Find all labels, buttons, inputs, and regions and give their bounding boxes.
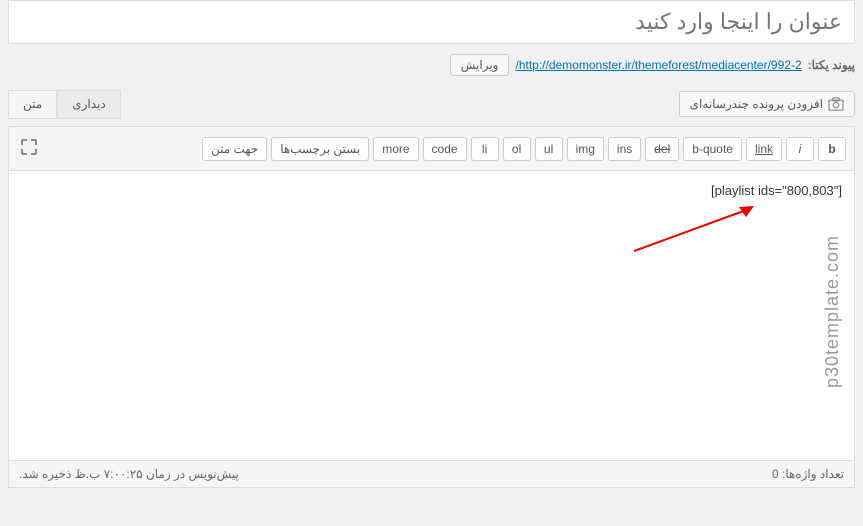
editor-toolbar: جهت متن بستن برچسب‌ها more code li ol ul… <box>8 126 855 171</box>
qt-bold[interactable]: b <box>818 137 846 161</box>
draft-saved: پیش‌نویس در زمان ۷:۰۰:۲۵ ب.ظ ذخیره شد. <box>19 467 239 481</box>
qt-italic[interactable]: i <box>786 137 814 161</box>
edit-permalink-button[interactable]: ویرایش <box>450 54 510 76</box>
title-input[interactable] <box>21 9 842 35</box>
add-media-label: افزودن پرونده چندرسانه‌ای <box>690 97 823 111</box>
qt-bquote[interactable]: b-quote <box>683 137 742 161</box>
qt-text-dir[interactable]: جهت متن <box>202 137 267 161</box>
title-wrapper <box>8 0 855 44</box>
qt-img[interactable]: img <box>567 137 604 161</box>
quicktags-buttons: جهت متن بستن برچسب‌ها more code li ol ul… <box>202 137 846 161</box>
editor-content: [playlist ids="800,803"] <box>21 183 842 198</box>
editor-status-bar: تعداد واژه‌ها: 0 پیش‌نویس در زمان ۷:۰۰:۲… <box>8 461 855 488</box>
add-media-button[interactable]: افزودن پرونده چندرسانه‌ای <box>679 91 855 117</box>
qt-code[interactable]: code <box>423 137 467 161</box>
permalink-row: پیوند یکتا: http://demomonster.ir/themef… <box>8 54 855 76</box>
qt-li[interactable]: li <box>471 137 499 161</box>
qt-close-tags[interactable]: بستن برچسب‌ها <box>271 137 369 161</box>
fullscreen-icon <box>21 139 37 155</box>
qt-more[interactable]: more <box>373 137 418 161</box>
media-tabs-row: افزودن پرونده چندرسانه‌ای دیداری متن <box>8 90 855 118</box>
tab-text[interactable]: متن <box>8 90 57 118</box>
camera-icon <box>828 97 844 111</box>
watermark-text: p30template.com <box>822 235 843 388</box>
qt-link[interactable]: link <box>746 137 782 161</box>
qt-ins[interactable]: ins <box>608 137 641 161</box>
word-count: تعداد واژه‌ها: 0 <box>772 467 844 481</box>
fullscreen-button[interactable] <box>17 135 41 162</box>
permalink-url[interactable]: http://demomonster.ir/themeforest/mediac… <box>515 58 801 72</box>
permalink-label: پیوند یکتا: <box>808 58 855 72</box>
tab-visual[interactable]: دیداری <box>57 90 121 118</box>
annotation-arrow-icon <box>624 201 764 261</box>
qt-ul[interactable]: ul <box>535 137 563 161</box>
qt-ol[interactable]: ol <box>503 137 531 161</box>
editor-tabs: دیداری متن <box>8 90 121 119</box>
editor-textarea[interactable]: [playlist ids="800,803"] p30template.com <box>8 171 855 461</box>
qt-del[interactable]: del <box>645 137 679 161</box>
